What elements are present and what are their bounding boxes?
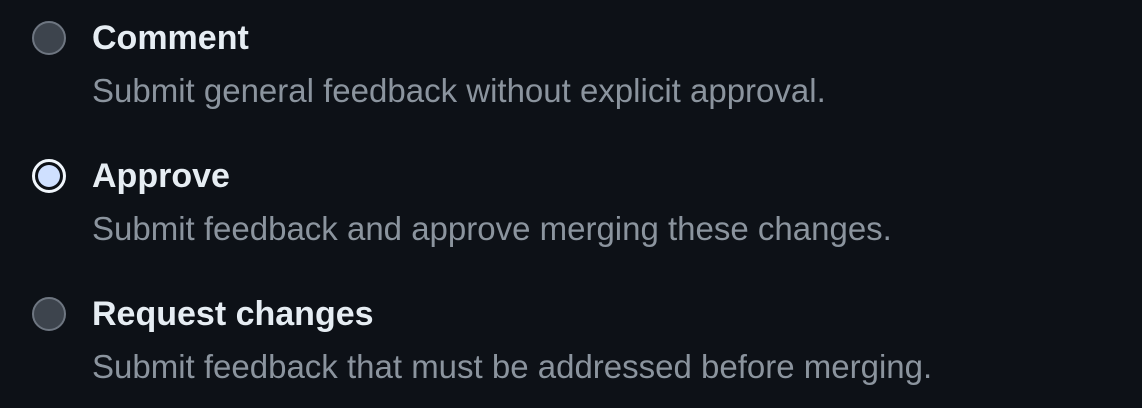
option-description: Submit feedback and approve merging thes… — [92, 210, 892, 247]
option-label: Approve — [92, 157, 230, 195]
review-option-comment[interactable]: Comment Submit general feedback without … — [30, 18, 1130, 128]
review-option-request-changes[interactable]: Request changes Submit feedback that mus… — [30, 294, 1130, 404]
option-description: Submit feedback that must be addressed b… — [92, 348, 933, 385]
option-label: Comment — [92, 19, 249, 57]
option-label: Request changes — [92, 295, 374, 333]
radio-request-changes[interactable] — [32, 297, 66, 331]
option-description: Submit general feedback without explicit… — [92, 72, 826, 109]
radio-comment[interactable] — [32, 21, 66, 55]
review-option-approve[interactable]: Approve Submit feedback and approve merg… — [30, 156, 1130, 266]
radio-approve[interactable] — [32, 159, 66, 193]
